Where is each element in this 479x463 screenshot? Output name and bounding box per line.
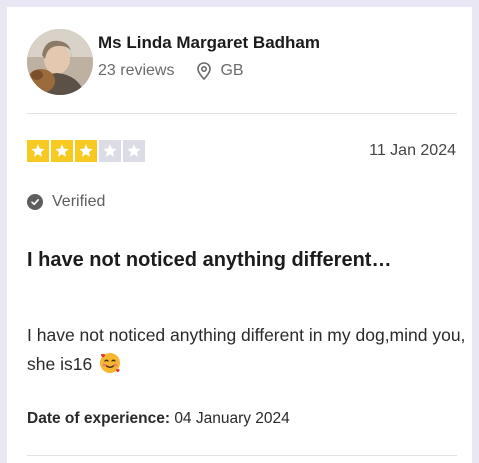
- verified-label: Verified: [52, 193, 106, 210]
- reviewer-meta: 23 reviews GB: [98, 62, 244, 81]
- verified-badge[interactable]: Verified: [27, 193, 105, 211]
- star-icon: [51, 140, 73, 162]
- date-of-experience: Date of experience: 04 January 2024: [27, 410, 290, 428]
- reviewer-name[interactable]: Ms Linda Margaret Badham: [98, 33, 320, 53]
- review-date: 11 Jan 2024: [369, 142, 456, 159]
- reviewer-avatar[interactable]: [27, 29, 93, 95]
- review-title[interactable]: I have not noticed anything different…: [27, 247, 447, 273]
- star-rating: [27, 140, 145, 162]
- star-icon: [27, 140, 49, 162]
- experience-date: 04 January 2024: [174, 410, 290, 427]
- reviews-count: 23 reviews: [98, 62, 175, 79]
- reviewer-location: GB: [220, 62, 244, 79]
- star-icon: [123, 140, 145, 162]
- review-body-text: I have not noticed anything different in…: [27, 325, 466, 374]
- review-card: Ms Linda Margaret Badham 23 reviews GB 1…: [7, 7, 472, 463]
- star-icon: [99, 140, 121, 162]
- check-circle-icon: [27, 194, 43, 210]
- star-icon: [75, 140, 97, 162]
- location-pin-icon: [196, 62, 212, 81]
- divider: [27, 113, 457, 114]
- divider: [27, 455, 457, 456]
- experience-label: Date of experience:: [27, 410, 170, 427]
- smiling-face-with-hearts-emoji: [98, 351, 122, 375]
- review-body: I have not noticed anything different in…: [27, 321, 477, 379]
